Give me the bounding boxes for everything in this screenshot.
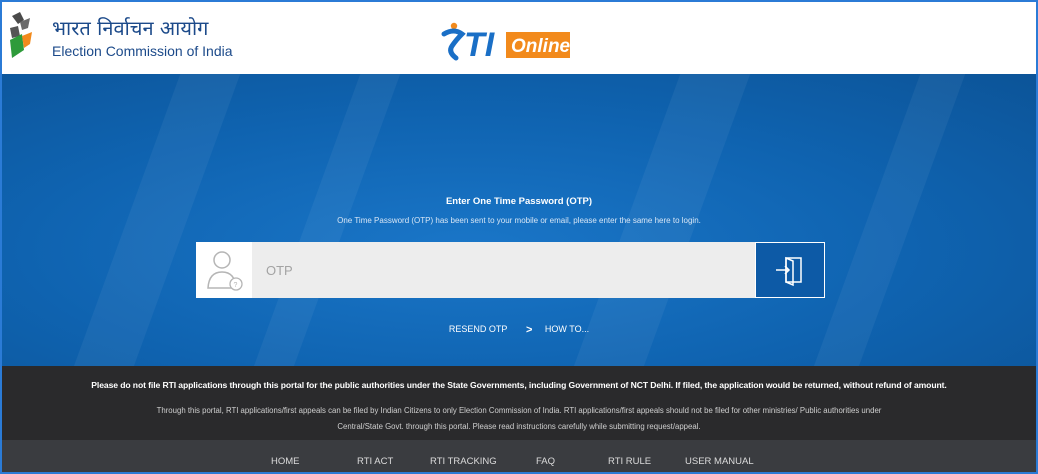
nav-rti-tracking[interactable]: RTI TRACKING [430,456,497,467]
how-to-link[interactable]: HOW TO... [545,324,589,334]
nav-rti-rule[interactable]: RTI RULE [608,456,651,467]
nav-faq[interactable]: FAQ [536,456,555,467]
user-icon-box: ? [196,242,252,298]
notice-panel: Please do not file RTI applications thro… [2,366,1036,440]
hero-panel: Enter One Time Password (OTP) One Time P… [2,74,1036,366]
otp-subtitle: One Time Password (OTP) has been sent to… [337,216,701,225]
notice-line-1: Through this portal, RTI applications/fi… [156,406,882,415]
nav-home[interactable]: HOME [271,456,300,467]
otp-form: ? [196,242,825,298]
footer-nav: HOME RTI ACT RTI TRACKING FAQ RTI RULE U… [2,440,1036,472]
otp-title: Enter One Time Password (OTP) [445,196,593,207]
notice-line-2: Central/State Govt. through this portal.… [337,422,701,431]
otp-input[interactable] [252,242,755,298]
door-login-icon [776,256,802,287]
user-key-icon: ? [207,251,243,291]
resend-otp-link[interactable]: RESEND OTP [449,324,508,334]
notice-warning: Please do not file RTI applications thro… [91,380,947,390]
login-button[interactable] [755,242,825,298]
nav-user-manual[interactable]: USER MANUAL [685,456,754,467]
header: भारत निर्वाचन आयोग Election Commission o… [2,2,1036,74]
eci-english-name: Election Commission of India [52,43,233,59]
nav-rti-act[interactable]: RTI ACT [357,456,393,467]
otp-links: RESEND OTP > HOW TO... [2,324,1036,336]
eci-logo-icon [10,12,32,58]
rti-word: TI [464,26,496,62]
page-frame: भारत निर्वाचन आयोग Election Commission o… [0,0,1038,474]
svg-text:?: ? [234,282,238,289]
rti-online-logo: TI Online [441,22,571,62]
eci-hindi-name: भारत निर्वाचन आयोग [52,16,209,40]
chevron-right-icon: > [525,324,533,336]
online-word: Online [511,36,571,57]
